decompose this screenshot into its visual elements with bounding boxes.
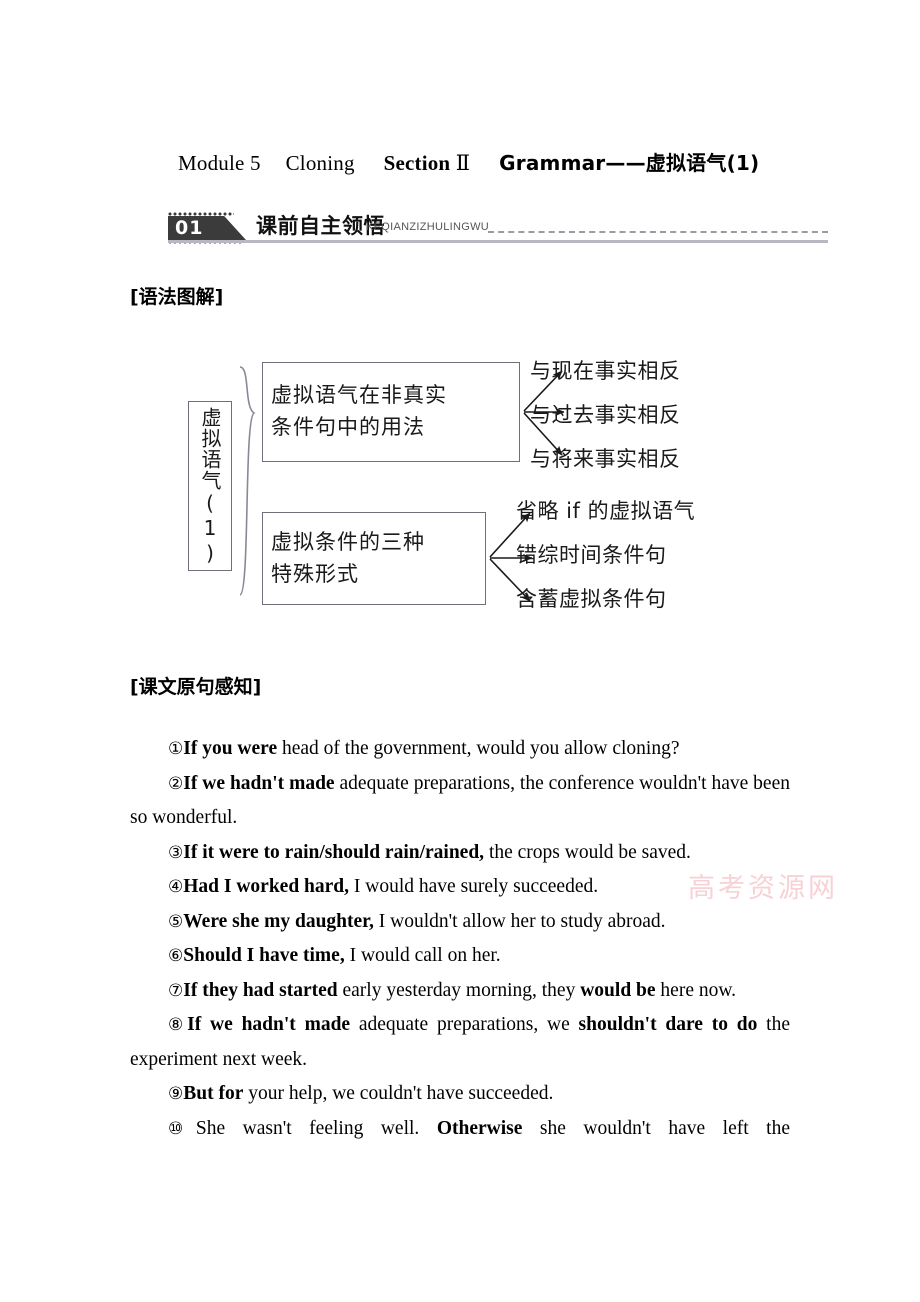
- title-topic: Grammar——虚拟语气(1): [499, 151, 760, 175]
- sentence-emphasis: would be: [580, 979, 656, 1001]
- sentence-text: adequate preparations, we: [350, 1014, 579, 1035]
- sentence-number: ⑩: [168, 1118, 196, 1139]
- sentence-number: ⑧: [168, 1015, 188, 1035]
- sentence-text: head of the government, would you allow …: [277, 738, 680, 759]
- header-baseline-rule: [168, 240, 828, 243]
- sentence-number: ②: [168, 773, 184, 794]
- heading-grammar-diagram: [语法图解]: [130, 286, 224, 308]
- section-header: 01 课前自主领悟 KEQIANZIZHULINGWU: [168, 210, 828, 252]
- diagram-node-usage-line1: 虚拟语气在非真实: [271, 383, 447, 407]
- diagram-node-forms-line2: 特殊形式: [271, 561, 359, 586]
- sentence-text: I wouldn't allow her to study abroad.: [373, 910, 666, 932]
- sentence-text: I would call on her.: [344, 945, 501, 966]
- sentence-emphasis: Were she my daughter,: [183, 910, 374, 932]
- sentence-emphasis: If it were to rain/should rain/rained,: [183, 841, 485, 863]
- sentence-emphasis: But for: [183, 1083, 244, 1104]
- sentence-number: ⑨: [168, 1084, 184, 1104]
- diagram-branch-implied: 含蓄虚拟条件句: [516, 587, 667, 611]
- example-sentence: ⑤Were she my daughter, I wouldn't allow …: [130, 905, 790, 940]
- section-number: 01: [175, 217, 204, 239]
- sentence-emphasis: If you were: [183, 738, 278, 759]
- diagram-node-usage: 虚拟语气在非真实 条件句中的用法: [262, 362, 520, 462]
- sentence-text: the crops would be saved.: [484, 841, 691, 863]
- sentence-number: ①: [168, 739, 184, 759]
- header-dashed-rule: [488, 231, 828, 233]
- grammar-diagram: 虚拟语气(1) 虚拟语气在非真实 条件句中的用法 虚拟条件的三种 特殊形式 与现…: [180, 345, 800, 635]
- example-sentence: ⑥Should I have time, I would call on her…: [130, 939, 790, 974]
- sentence-number: ⑥: [168, 946, 184, 966]
- sentence-emphasis: Should I have time,: [183, 945, 345, 966]
- example-sentence: ①If you were head of the government, wou…: [130, 732, 790, 767]
- diagram-branch-omit-if: 省略 if 的虚拟语气: [516, 499, 696, 523]
- sentence-emphasis: If we hadn't made: [187, 1014, 351, 1035]
- diagram-node-forms-line1: 虚拟条件的三种: [271, 529, 425, 554]
- diagram-branch-present: 与现在事实相反: [530, 359, 681, 383]
- sentence-text: she wouldn't have left the: [522, 1117, 790, 1139]
- sentence-number: ⑤: [168, 911, 184, 932]
- sentence-emphasis: If we hadn't made: [183, 772, 335, 794]
- diagram-root-node: 虚拟语气(1): [188, 401, 232, 571]
- sentence-number: ⑦: [168, 980, 184, 1001]
- title-section-label: Section: [383, 151, 451, 175]
- diagram-node-forms: 虚拟条件的三种 特殊形式: [262, 512, 486, 605]
- sentence-text: I would have surely succeeded.: [349, 876, 599, 897]
- sentence-number: ④: [168, 877, 184, 897]
- diagram-node-usage-line2: 条件句中的用法: [271, 415, 425, 439]
- example-sentence-list: ①If you were head of the government, wou…: [130, 732, 790, 1181]
- example-sentence: ⑦If they had started early yesterday mor…: [130, 974, 790, 1009]
- sentence-emphasis: shouldn't dare to do: [578, 1014, 758, 1035]
- sentence-text: early yesterday morning, they: [337, 979, 581, 1001]
- sentence-emphasis: Otherwise: [436, 1117, 523, 1139]
- example-sentence: ⑧If we hadn't made adequate preparations…: [130, 1008, 790, 1077]
- title-unit: Cloning: [285, 151, 355, 175]
- sentence-text: here now.: [655, 979, 737, 1001]
- sentence-number: ③: [168, 842, 184, 863]
- page-title: Module 5 Cloning Section Ⅱ Grammar——虚拟语气…: [178, 148, 759, 178]
- diagram-branch-mixed: 错综时间条件句: [516, 543, 667, 567]
- title-section-numeral: Ⅱ: [455, 151, 471, 175]
- sentence-text: your help, we couldn't have succeeded.: [243, 1083, 554, 1104]
- stamp-perforation-top: [168, 212, 234, 216]
- example-sentence: ⑨But for your help, we couldn't have suc…: [130, 1077, 790, 1112]
- heading-text-sentences: [课文原句感知]: [130, 676, 262, 698]
- title-module: Module 5: [178, 151, 261, 175]
- diagram-root-label: 虚拟语气(1): [198, 406, 222, 566]
- example-sentence: ④Had I worked hard, I would have surely …: [130, 870, 790, 905]
- example-sentence: ③If it were to rain/should rain/rained, …: [130, 836, 790, 871]
- diagram-branch-past: 与过去事实相反: [530, 403, 681, 427]
- section-title-pinyin: KEQIANZIZHULINGWU: [366, 221, 490, 233]
- example-sentence: ②If we hadn't made adequate preparations…: [130, 767, 790, 836]
- diagram-branch-future: 与将来事实相反: [530, 447, 681, 471]
- example-sentence: ⑩She wasn't feeling well. Otherwise she …: [130, 1112, 790, 1181]
- sentence-text: She wasn't feeling well.: [195, 1117, 437, 1139]
- sentence-emphasis: Had I worked hard,: [183, 876, 350, 897]
- sentence-emphasis: If they had started: [183, 979, 338, 1001]
